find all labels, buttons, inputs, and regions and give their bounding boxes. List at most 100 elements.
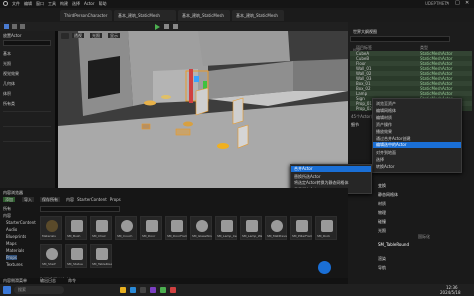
category-lights[interactable]: 光照: [3, 61, 11, 66]
menu-tools[interactable]: 工具: [48, 1, 56, 7]
outliner-search[interactable]: 搜索...: [350, 36, 450, 53]
folder-item[interactable]: 所有: [3, 206, 11, 211]
asset-thumbnail[interactable]: Materials: [40, 216, 62, 240]
details-item[interactable]: 光照: [378, 228, 386, 233]
folder-item[interactable]: Audio: [6, 227, 17, 232]
menu-edit[interactable]: 编辑: [24, 1, 32, 7]
maximize-button[interactable]: □: [455, 0, 460, 6]
asset-thumbnail[interactable]: SM_Rock: [315, 216, 337, 240]
details-item[interactable]: 导航: [378, 265, 386, 270]
app-icon[interactable]: [160, 287, 166, 293]
details-item[interactable]: 碰撞: [378, 219, 386, 224]
asset-thumbnail[interactable]: SM_TableRound: [90, 244, 112, 268]
category-all[interactable]: 所有类: [3, 101, 15, 106]
folder-item[interactable]: Materials: [6, 248, 24, 253]
menu-item-cut[interactable]: 浏览至资产: [376, 101, 396, 106]
menu-item[interactable]: 选择: [376, 157, 384, 162]
taskbar-search[interactable]: 搜索: [14, 286, 64, 294]
menu-actor[interactable]: Actor: [84, 1, 95, 7]
content-icon[interactable]: [20, 24, 25, 29]
category-visual[interactable]: 视觉效果: [3, 71, 19, 76]
show-button[interactable]: 显示: [108, 33, 120, 38]
folder-item[interactable]: Blueprints: [6, 234, 26, 239]
start-icon[interactable]: [3, 286, 11, 294]
cmd-button[interactable]: 命令: [68, 278, 76, 283]
tab-mesh-1[interactable]: 基本_建筑_StaticMesh: [114, 10, 176, 21]
viewport-menu-button[interactable]: [61, 33, 69, 39]
output-log-button[interactable]: 输出日志: [40, 278, 56, 283]
asset-thumbnail[interactable]: SM_Lamp_Wall: [240, 216, 262, 240]
asset-thumbnail[interactable]: SM_DoorFrame: [165, 216, 187, 240]
play-icon[interactable]: [155, 24, 160, 30]
app-icon[interactable]: [170, 287, 176, 293]
pause-icon[interactable]: [164, 24, 169, 29]
details-item[interactable]: 物理: [378, 210, 386, 215]
tab-character[interactable]: ThirdPersonCharacter: [60, 10, 112, 21]
save-icon[interactable]: [4, 24, 9, 29]
asset-thumbnail[interactable]: SM_PillarFrame: [290, 216, 312, 240]
explorer-icon[interactable]: [120, 287, 126, 293]
menu-item-highlight[interactable]: 合并Actor: [291, 166, 371, 172]
menu-window[interactable]: 窗口: [36, 1, 44, 7]
asset-thumbnail[interactable]: SM_Statue: [65, 244, 87, 268]
unreal-task-icon[interactable]: [140, 287, 146, 293]
tab-mesh-3[interactable]: 基本_建筑_StaticMesh: [232, 10, 284, 21]
mode-icon[interactable]: [12, 24, 17, 29]
breadcrumb-item[interactable]: Props: [110, 197, 121, 203]
asset-thumbnail[interactable]: SM_Lamp_Ceiling: [215, 216, 237, 240]
menu-item[interactable]: 对齐到地面: [376, 150, 396, 155]
search-input[interactable]: [3, 40, 51, 46]
asset-thumbnail[interactable]: SM_Bush: [65, 216, 87, 240]
stop-icon[interactable]: [173, 24, 178, 29]
menu-help[interactable]: 帮助: [99, 1, 107, 7]
menu-item-rename[interactable]: 通过合并Actor创建: [376, 136, 411, 141]
close-button[interactable]: ✕: [465, 0, 469, 6]
category-basic[interactable]: 基本: [3, 51, 11, 56]
menu-item-dup[interactable]: 资产操作: [376, 122, 392, 127]
menu-item-replace[interactable]: 替换所选Actor: [294, 174, 321, 179]
details-item[interactable]: 变换: [378, 183, 386, 188]
menu-build[interactable]: 构建: [60, 1, 68, 7]
unreal-logo[interactable]: [3, 1, 8, 6]
content-search[interactable]: 搜索Props: [40, 206, 120, 223]
col-label[interactable]: 项目标签: [356, 45, 372, 50]
breadcrumb-item[interactable]: 内容: [66, 197, 74, 203]
menu-item-del[interactable]: 播放效果: [376, 129, 392, 134]
chat-float-icon[interactable]: [318, 261, 331, 274]
details-item[interactable]: 渲染: [378, 256, 386, 261]
menu-select[interactable]: 选择: [72, 1, 80, 7]
edge-icon[interactable]: [130, 287, 136, 293]
asset-thumbnail[interactable]: SM_Shelf: [40, 244, 62, 268]
menu-item-highlight[interactable]: 编辑选中的Actor: [373, 142, 461, 148]
asset-thumbnail[interactable]: SM_Couch: [115, 216, 137, 240]
folder-item[interactable]: StarterContent: [6, 220, 36, 225]
col-type[interactable]: 类型: [420, 45, 428, 50]
minimize-button[interactable]: –: [446, 0, 449, 6]
breadcrumb-item[interactable]: StarterContent: [77, 197, 107, 203]
save-all-button[interactable]: 保存所有: [40, 197, 60, 202]
folder-item[interactable]: Props: [6, 255, 17, 260]
tab-mesh-2[interactable]: 基本_建筑_StaticMesh: [178, 10, 230, 21]
category-volumes[interactable]: 体积: [3, 91, 11, 96]
perspective-button[interactable]: 透视: [72, 33, 84, 38]
details-item[interactable]: 材质: [378, 201, 386, 206]
folder-item[interactable]: Textures: [6, 262, 23, 267]
content-drawer-button[interactable]: 内容侧滑菜单: [3, 278, 27, 283]
lit-mode-button[interactable]: 光照: [90, 33, 102, 38]
asset-thumbnail[interactable]: SM_Door: [140, 216, 162, 240]
folder-item[interactable]: 内容: [3, 213, 11, 218]
add-button[interactable]: 添加: [3, 197, 15, 202]
folder-item[interactable]: Maps: [6, 241, 17, 246]
asset-thumbnail[interactable]: SM_MatPreviewMesh: [265, 216, 287, 240]
asset-thumbnail[interactable]: SM_GlassWindow: [190, 216, 212, 240]
asset-thumbnail[interactable]: SM_Chair: [90, 216, 112, 240]
selected-asset[interactable]: SM_TableRound: [378, 242, 409, 247]
menu-file[interactable]: 文件: [12, 1, 20, 7]
details-item[interactable]: 静态网格体: [378, 192, 398, 197]
category-geometry[interactable]: 几何体: [3, 81, 15, 86]
menu-item-paste[interactable]: 编辑材质: [376, 115, 392, 120]
menu-item[interactable]: 转换Actor: [376, 164, 395, 169]
menu-item-copy[interactable]: 编辑网格体: [376, 108, 396, 113]
menu-item-convert[interactable]: 将选定Actor转换为静态网格体: [294, 180, 349, 185]
import-button[interactable]: 导入: [22, 197, 34, 202]
